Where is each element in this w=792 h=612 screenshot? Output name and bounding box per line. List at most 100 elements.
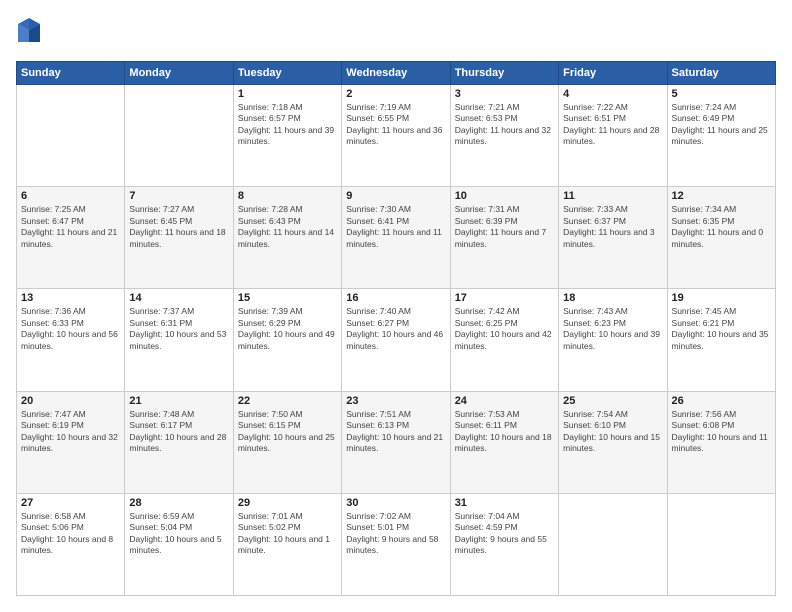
calendar-week-row: 13Sunrise: 7:36 AM Sunset: 6:33 PM Dayli… — [17, 289, 776, 391]
page-header — [16, 16, 776, 51]
cell-info: Sunrise: 7:37 AM Sunset: 6:31 PM Dayligh… — [129, 306, 228, 352]
day-number: 7 — [129, 190, 228, 202]
day-number: 5 — [672, 88, 771, 100]
day-number: 20 — [21, 395, 120, 407]
day-number: 17 — [455, 292, 554, 304]
day-number: 10 — [455, 190, 554, 202]
calendar-week-row: 1 Sunrise: 7:18 AM Sunset: 6:57 PM Daylig… — [17, 85, 776, 187]
logo-icon — [16, 16, 42, 46]
day-number: 9 — [346, 190, 445, 202]
cell-info: Sunrise: 7:19 AM Sunset: 6:55 PM Dayligh… — [346, 102, 445, 148]
day-number: 29 — [238, 497, 337, 509]
cell-info: Sunrise: 7:30 AM Sunset: 6:41 PM Dayligh… — [346, 204, 445, 250]
logo — [16, 16, 46, 51]
day-number: 14 — [129, 292, 228, 304]
day-number: 19 — [672, 292, 771, 304]
calendar-cell: 24 Sunrise: 7:53 AM Sunset: 6:11 PM Dayli… — [450, 391, 558, 493]
day-number: 3 — [455, 88, 554, 100]
cell-info: Sunrise: 7:56 AM Sunset: 6:08 PM Dayligh… — [672, 409, 771, 455]
weekday-header-monday: Monday — [125, 62, 233, 85]
cell-info: Sunrise: 7:54 AM Sunset: 6:10 PM Dayligh… — [563, 409, 662, 455]
calendar-cell: 1 Sunrise: 7:18 AM Sunset: 6:57 PM Daylig… — [233, 85, 341, 187]
day-number: 15 — [238, 292, 337, 304]
cell-info: Sunrise: 7:47 AM Sunset: 6:19 PM Dayligh… — [21, 409, 120, 455]
calendar-cell: 16Sunrise: 7:40 AM Sunset: 6:27 PM Dayli… — [342, 289, 450, 391]
cell-info: Sunrise: 7:53 AM Sunset: 6:11 PM Dayligh… — [455, 409, 554, 455]
calendar-table: SundayMondayTuesdayWednesdayThursdayFrid… — [16, 61, 776, 596]
cell-info: Sunrise: 7:04 AM Sunset: 4:59 PM Dayligh… — [455, 511, 554, 557]
calendar-cell: 12 Sunrise: 7:34 AM Sunset: 6:35 PM Dayli… — [667, 187, 775, 289]
day-number: 2 — [346, 88, 445, 100]
day-number: 28 — [129, 497, 228, 509]
calendar-cell: 10 Sunrise: 7:31 AM Sunset: 6:39 PM Dayli… — [450, 187, 558, 289]
calendar-cell — [667, 493, 775, 595]
calendar-cell: 9 Sunrise: 7:30 AM Sunset: 6:41 PM Daylig… — [342, 187, 450, 289]
calendar-cell: 23 Sunrise: 7:51 AM Sunset: 6:13 PM Dayli… — [342, 391, 450, 493]
calendar-cell: 13Sunrise: 7:36 AM Sunset: 6:33 PM Dayli… — [17, 289, 125, 391]
calendar-cell: 27Sunrise: 6:58 AM Sunset: 5:06 PM Dayli… — [17, 493, 125, 595]
day-number: 24 — [455, 395, 554, 407]
weekday-header-saturday: Saturday — [667, 62, 775, 85]
weekday-header-thursday: Thursday — [450, 62, 558, 85]
cell-info: Sunrise: 7:42 AM Sunset: 6:25 PM Dayligh… — [455, 306, 554, 352]
day-number: 6 — [21, 190, 120, 202]
cell-info: Sunrise: 7:21 AM Sunset: 6:53 PM Dayligh… — [455, 102, 554, 148]
cell-info: Sunrise: 7:39 AM Sunset: 6:29 PM Dayligh… — [238, 306, 337, 352]
cell-info: Sunrise: 7:27 AM Sunset: 6:45 PM Dayligh… — [129, 204, 228, 250]
day-number: 16 — [346, 292, 445, 304]
calendar-cell — [559, 493, 667, 595]
weekday-header-friday: Friday — [559, 62, 667, 85]
calendar-cell: 2 Sunrise: 7:19 AM Sunset: 6:55 PM Daylig… — [342, 85, 450, 187]
day-number: 13 — [21, 292, 120, 304]
calendar-cell: 29 Sunrise: 7:01 AM Sunset: 5:02 PM Dayli… — [233, 493, 341, 595]
day-number: 30 — [346, 497, 445, 509]
calendar-cell: 25 Sunrise: 7:54 AM Sunset: 6:10 PM Dayli… — [559, 391, 667, 493]
day-number: 26 — [672, 395, 771, 407]
cell-info: Sunrise: 7:45 AM Sunset: 6:21 PM Dayligh… — [672, 306, 771, 352]
weekday-header-tuesday: Tuesday — [233, 62, 341, 85]
calendar-cell: 3 Sunrise: 7:21 AM Sunset: 6:53 PM Daylig… — [450, 85, 558, 187]
calendar-cell: 30 Sunrise: 7:02 AM Sunset: 5:01 PM Dayli… — [342, 493, 450, 595]
calendar-cell: 14 Sunrise: 7:37 AM Sunset: 6:31 PM Dayli… — [125, 289, 233, 391]
calendar-week-row: 6 Sunrise: 7:25 AM Sunset: 6:47 PM Daylig… — [17, 187, 776, 289]
calendar-cell: 20 Sunrise: 7:47 AM Sunset: 6:19 PM Dayli… — [17, 391, 125, 493]
cell-info: Sunrise: 7:01 AM Sunset: 5:02 PM Dayligh… — [238, 511, 337, 557]
day-number: 22 — [238, 395, 337, 407]
day-number: 21 — [129, 395, 228, 407]
calendar-week-row: 27Sunrise: 6:58 AM Sunset: 5:06 PM Dayli… — [17, 493, 776, 595]
cell-info: Sunrise: 6:59 AM Sunset: 5:04 PM Dayligh… — [129, 511, 228, 557]
calendar-cell: 15 Sunrise: 7:39 AM Sunset: 6:29 PM Dayli… — [233, 289, 341, 391]
calendar-cell: 7 Sunrise: 7:27 AM Sunset: 6:45 PM Daylig… — [125, 187, 233, 289]
calendar-cell: 22 Sunrise: 7:50 AM Sunset: 6:15 PM Dayli… — [233, 391, 341, 493]
cell-info: Sunrise: 7:31 AM Sunset: 6:39 PM Dayligh… — [455, 204, 554, 250]
calendar-cell: 28 Sunrise: 6:59 AM Sunset: 5:04 PM Dayli… — [125, 493, 233, 595]
day-number: 1 — [238, 88, 337, 100]
cell-info: Sunrise: 7:51 AM Sunset: 6:13 PM Dayligh… — [346, 409, 445, 455]
day-number: 18 — [563, 292, 662, 304]
calendar-cell: 21 Sunrise: 7:48 AM Sunset: 6:17 PM Dayli… — [125, 391, 233, 493]
day-number: 12 — [672, 190, 771, 202]
calendar-cell: 31 Sunrise: 7:04 AM Sunset: 4:59 PM Dayli… — [450, 493, 558, 595]
cell-info: Sunrise: 7:25 AM Sunset: 6:47 PM Dayligh… — [21, 204, 120, 250]
calendar-cell: 8Sunrise: 7:28 AM Sunset: 6:43 PM Daylig… — [233, 187, 341, 289]
cell-info: Sunrise: 7:48 AM Sunset: 6:17 PM Dayligh… — [129, 409, 228, 455]
calendar-cell: 26 Sunrise: 7:56 AM Sunset: 6:08 PM Dayli… — [667, 391, 775, 493]
weekday-header-row: SundayMondayTuesdayWednesdayThursdayFrid… — [17, 62, 776, 85]
cell-info: Sunrise: 7:24 AM Sunset: 6:49 PM Dayligh… — [672, 102, 771, 148]
weekday-header-wednesday: Wednesday — [342, 62, 450, 85]
cell-info: Sunrise: 7:34 AM Sunset: 6:35 PM Dayligh… — [672, 204, 771, 250]
calendar-cell: 17 Sunrise: 7:42 AM Sunset: 6:25 PM Dayli… — [450, 289, 558, 391]
cell-info: Sunrise: 7:18 AM Sunset: 6:57 PM Dayligh… — [238, 102, 337, 148]
cell-info: Sunrise: 7:50 AM Sunset: 6:15 PM Dayligh… — [238, 409, 337, 455]
day-number: 31 — [455, 497, 554, 509]
day-number: 23 — [346, 395, 445, 407]
cell-info: Sunrise: 7:22 AM Sunset: 6:51 PM Dayligh… — [563, 102, 662, 148]
cell-info: Sunrise: 7:02 AM Sunset: 5:01 PM Dayligh… — [346, 511, 445, 557]
day-number: 25 — [563, 395, 662, 407]
calendar-cell: 11Sunrise: 7:33 AM Sunset: 6:37 PM Dayli… — [559, 187, 667, 289]
day-number: 8 — [238, 190, 337, 202]
calendar-cell: 6 Sunrise: 7:25 AM Sunset: 6:47 PM Daylig… — [17, 187, 125, 289]
cell-info: Sunrise: 7:43 AM Sunset: 6:23 PM Dayligh… — [563, 306, 662, 352]
calendar-cell — [125, 85, 233, 187]
cell-info: Sunrise: 7:33 AM Sunset: 6:37 PM Dayligh… — [563, 204, 662, 250]
